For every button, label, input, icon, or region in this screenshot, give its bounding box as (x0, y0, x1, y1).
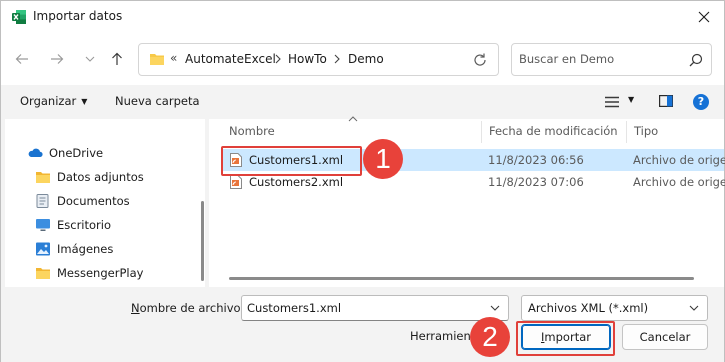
file-type-filter-value: Archivos XML (*.xml) (528, 301, 649, 315)
close-icon (698, 11, 710, 23)
view-list-icon[interactable] (605, 96, 619, 108)
filename-label: Nombre de archivo: (131, 301, 244, 315)
column-divider[interactable] (481, 121, 482, 143)
filename-combobox[interactable] (241, 295, 509, 321)
filename-field[interactable] (247, 301, 482, 315)
preview-pane-icon[interactable] (659, 95, 673, 107)
sidebar-item-escritorio[interactable]: Escritorio (5, 214, 195, 236)
file-name: Customers2.xml (249, 175, 344, 189)
chevron-down-icon[interactable] (490, 304, 500, 312)
sidebar-item-label: Escritorio (57, 218, 112, 232)
file-type-filter[interactable]: Archivos XML (*.xml) (521, 295, 708, 321)
breadcrumb-automateexcel[interactable]: AutomateExcel (185, 52, 276, 66)
folder-icon (150, 54, 164, 65)
sidebar-item-label: MessengerPlay (57, 266, 144, 280)
column-header-type[interactable]: Tipo (634, 124, 658, 150)
breadcrumb-demo[interactable]: Demo (348, 52, 384, 66)
up-arrow-icon (112, 52, 122, 65)
navigation-bar: « AutomateExcel HowTo Demo (1, 33, 724, 85)
cancel-button[interactable]: Cancelar (622, 324, 708, 350)
folder-icon (36, 172, 50, 183)
forward-arrow-icon (51, 54, 64, 64)
navigation-pane: OneDrive Datos adjuntos Documentos Escri… (5, 119, 205, 287)
sidebar-item-onedrive[interactable]: OneDrive (5, 142, 195, 164)
sort-ascending-icon (348, 116, 358, 122)
close-button[interactable] (692, 5, 716, 29)
address-overflow[interactable]: « (170, 51, 177, 65)
dialog-footer: Nombre de archivo: Archivos XML (*.xml) … (1, 287, 724, 362)
view-options-caret-icon[interactable]: ▼ (628, 95, 634, 104)
column-divider[interactable] (626, 121, 627, 143)
search-box[interactable] (511, 43, 712, 76)
filename-label-text: ombre de archivo: (139, 301, 245, 315)
chevron-down-icon (85, 56, 95, 62)
new-folder-button[interactable]: Nueva carpeta (115, 94, 200, 108)
help-icon[interactable]: ? (693, 94, 709, 110)
sidebar-item-messengerplay[interactable]: MessengerPlay (5, 262, 195, 284)
import-data-dialog: Importar datos « AutomateExcel HowTo Dem… (0, 0, 725, 362)
recent-locations-button[interactable] (81, 50, 99, 68)
image-icon (36, 242, 50, 256)
address-bar[interactable]: « AutomateExcel HowTo Demo (138, 43, 499, 76)
chevron-down-icon (689, 305, 699, 311)
window-title: Importar datos (33, 9, 123, 23)
annotation-highlight-file (221, 146, 362, 176)
horizontal-scrollbar[interactable] (209, 269, 724, 287)
sidebar-item-label: OneDrive (49, 146, 104, 160)
search-input[interactable] (519, 52, 669, 66)
scrollbar-thumb[interactable] (229, 277, 694, 280)
breadcrumb-howto[interactable]: HowTo (288, 52, 327, 66)
xml-file-icon (230, 175, 242, 189)
sidebar-item-datos-adjuntos[interactable]: Datos adjuntos (5, 166, 195, 188)
file-type: Archivo de origen (633, 153, 725, 167)
command-bar: Organizar ▼ Nueva carpeta ▼ ? (1, 85, 724, 119)
file-date: 11/8/2023 06:56 (488, 153, 584, 167)
title-bar: Importar datos (1, 1, 724, 33)
organize-menu[interactable]: Organizar ▼ (20, 94, 87, 108)
sidebar-item-label: Documentos (57, 194, 130, 208)
document-icon (36, 194, 49, 208)
folder-icon (36, 268, 50, 279)
column-header-date[interactable]: Fecha de modificación (489, 124, 618, 150)
desktop-icon (36, 219, 50, 231)
up-button[interactable] (108, 50, 126, 68)
annotation-highlight-import (516, 321, 615, 356)
cloud-icon (28, 148, 43, 157)
search-icon (689, 53, 703, 67)
chevron-right-icon[interactable] (332, 54, 342, 64)
back-arrow-icon (15, 54, 28, 64)
filename-label-accesskey: N (131, 301, 140, 315)
sidebar-item-label: Datos adjuntos (57, 170, 144, 184)
back-button[interactable] (13, 50, 31, 68)
navigation-scrollbar[interactable] (201, 201, 204, 281)
chevron-right-icon[interactable] (273, 54, 283, 64)
excel-icon (12, 10, 26, 24)
sidebar-item-documentos[interactable]: Documentos (5, 190, 195, 212)
sidebar-item-label: Imágenes (57, 242, 114, 256)
file-list: Nombre Fecha de modificación Tipo Custom… (209, 116, 725, 287)
forward-button[interactable] (48, 50, 66, 68)
annotation-step-1: 1 (363, 139, 403, 179)
file-type: Archivo de origen (633, 175, 725, 189)
refresh-icon[interactable] (472, 52, 488, 68)
file-date: 11/8/2023 07:06 (488, 175, 584, 189)
caret-down-icon: ▼ (81, 97, 88, 106)
annotation-step-2: 2 (470, 317, 510, 357)
sidebar-item-imagenes[interactable]: Imágenes (5, 238, 195, 260)
organize-label: Organizar (20, 94, 77, 108)
